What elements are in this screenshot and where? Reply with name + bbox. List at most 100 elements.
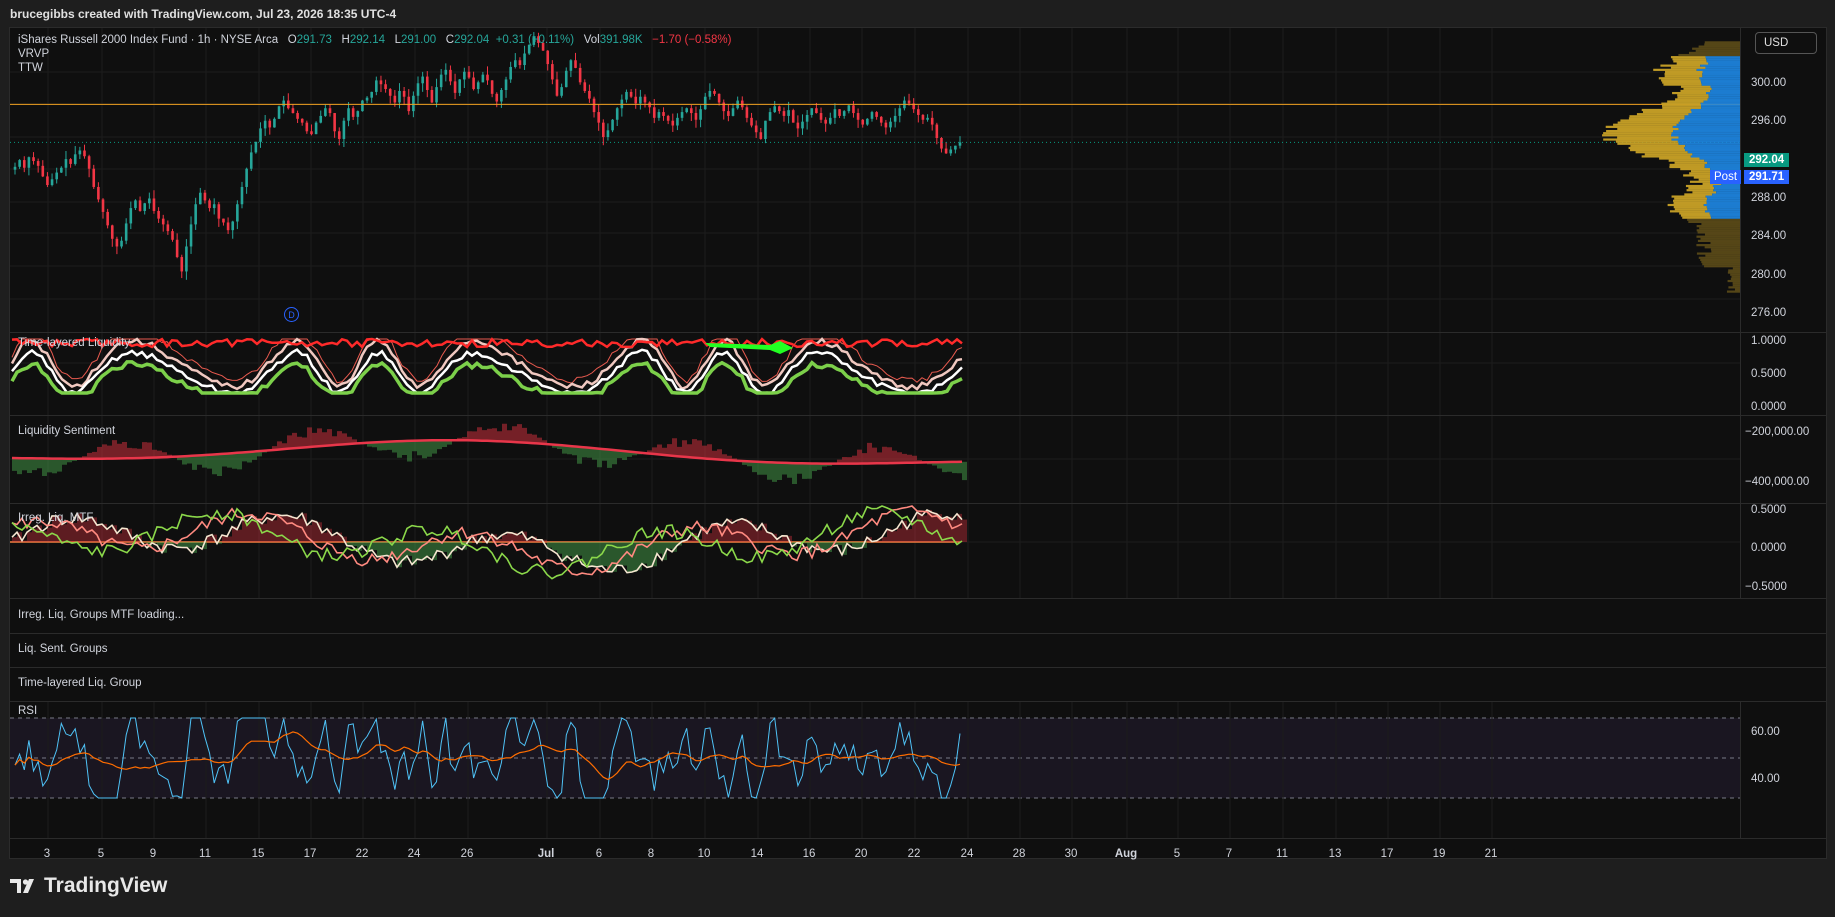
volume-profile-bar: [1685, 184, 1713, 188]
indicator-vrvp[interactable]: VRVP: [18, 48, 731, 60]
rsi-tick-40: 40.00: [1751, 773, 1780, 785]
sentiment-fill: [432, 440, 437, 454]
candle-body: [27, 157, 31, 168]
sent-groups-title[interactable]: Liq. Sent. Groups: [18, 643, 108, 655]
candle-body: [212, 204, 216, 209]
volume-profile-bar: [1702, 70, 1740, 74]
irreg-fill: [27, 532, 32, 542]
irreg-fill: [332, 535, 337, 542]
candle-body: [138, 200, 142, 211]
sentiment-fill: [137, 448, 142, 459]
candle-body: [120, 240, 123, 247]
candle-body: [222, 218, 225, 223]
groups-mtf-pane[interactable]: Irreg. Liq. Groups MTF loading...: [10, 599, 1740, 633]
irreg-fill: [707, 533, 712, 542]
sentiment-fill: [862, 453, 867, 464]
irreg-pane[interactable]: Irreg. Liq. MTF: [10, 504, 1740, 598]
sentiment-fill: [477, 427, 482, 441]
volume-profile-bar: [1662, 81, 1702, 84]
rsi-axis[interactable]: 60.00 40.00: [1740, 702, 1827, 838]
time-axis-label: 5: [97, 848, 105, 860]
volume-profile-bar: [1713, 189, 1740, 192]
volume-profile-bar: [1704, 43, 1740, 46]
dividend-event-icon[interactable]: D: [284, 307, 299, 322]
sentiment-fill: [867, 442, 872, 464]
currency-selector[interactable]: USD: [1755, 32, 1817, 54]
sentiment-fill: [192, 455, 197, 470]
sentiment-chart: [10, 416, 1740, 503]
sentiment-fill: [887, 447, 892, 464]
volume-profile-bar: [1706, 91, 1740, 95]
rsi-title[interactable]: RSI: [18, 705, 37, 717]
volume-profile-bar: [1671, 132, 1740, 135]
price-tick-280: 280.00: [1751, 269, 1787, 281]
volume-profile-bar: [1680, 89, 1711, 93]
sentiment-fill: [872, 447, 877, 464]
time-axis-label: 7: [1225, 848, 1233, 860]
sentiment-fill: [102, 444, 107, 459]
sentiment-fill: [947, 461, 952, 472]
volume-profile-bar: [1683, 87, 1712, 90]
groups-mtf-title[interactable]: Irreg. Liq. Groups MTF loading...: [18, 609, 184, 621]
sentiment-fill: [232, 452, 237, 469]
volume-profile-bar: [1708, 62, 1740, 65]
candle-body: [787, 110, 790, 116]
candle-body: [268, 120, 272, 128]
candle-body: [597, 112, 600, 123]
volume-profile-bar: [1667, 203, 1704, 207]
chart-frame[interactable]: iShares Russell 2000 Index Fund · 1h · N…: [9, 27, 1827, 859]
volume-profile-bar: [1705, 254, 1740, 257]
sentiment-fill: [297, 436, 302, 448]
candle-body: [680, 112, 684, 118]
irreg-fill: [322, 532, 327, 542]
ttl-group-pane[interactable]: Time-layered Liq. Group: [10, 668, 1740, 701]
ttl-group-title[interactable]: Time-layered Liq. Group: [18, 677, 142, 689]
candle-body: [676, 117, 679, 126]
candle-body: [425, 76, 429, 90]
volume-profile-bar: [1664, 75, 1703, 78]
candle-body: [319, 115, 323, 123]
candle-body: [32, 157, 35, 162]
irreg-title[interactable]: Irreg. Liq. MTF: [18, 512, 93, 524]
candle-body: [458, 79, 462, 93]
candle-body: [907, 100, 911, 104]
candle-body: [50, 179, 54, 186]
volume-profile-bar: [1699, 77, 1740, 80]
volume-profile-bar: [1696, 235, 1740, 238]
ttl-axis[interactable]: 1.0000 0.5000 0.0000: [1740, 333, 1827, 415]
rsi-pane[interactable]: RSI: [10, 702, 1740, 838]
candle-body: [879, 116, 883, 123]
volume-profile-bar: [1686, 189, 1714, 192]
candle-body: [78, 150, 82, 155]
tradingview-logo[interactable]: TradingView: [10, 874, 167, 898]
volume-profile-bar: [1706, 58, 1740, 61]
candle-body: [157, 210, 160, 219]
time-axis-label: 13: [1328, 848, 1342, 860]
volume-profile-bar: [1702, 72, 1740, 76]
sentiment-fill: [47, 458, 52, 473]
ttl-pane[interactable]: Time-layered Liquidity: [10, 333, 1740, 415]
volume-profile-bar: [1680, 214, 1711, 217]
volume-profile-bar: [1730, 277, 1740, 281]
indicator-ttw[interactable]: TTW: [18, 62, 731, 74]
candle-body: [486, 74, 489, 81]
ttl-title[interactable]: Time-layered Liquidity: [18, 337, 130, 349]
sentiment-title[interactable]: Liquidity Sentiment: [18, 425, 115, 437]
candle-body: [110, 225, 114, 239]
candle-body: [643, 96, 647, 103]
candle-body: [805, 114, 809, 122]
irreg-axis[interactable]: 0.5000 0.0000 −0.5000: [1740, 504, 1827, 598]
candle-body: [185, 246, 188, 272]
price-pane[interactable]: iShares Russell 2000 Index Fund · 1h · N…: [10, 28, 1740, 332]
sentiment-pane[interactable]: Liquidity Sentiment: [10, 416, 1740, 503]
symbol-name[interactable]: iShares Russell 2000 Index Fund · 1h · N…: [18, 34, 278, 46]
sentiment-fill: [222, 453, 227, 467]
candle-body: [917, 109, 920, 115]
volume-profile-bar: [1707, 208, 1740, 211]
sentiment-axis[interactable]: −200,000.00 −400,000.00: [1740, 416, 1827, 503]
sent-groups-pane[interactable]: Liq. Sent. Groups: [10, 634, 1740, 667]
candle-body: [231, 221, 235, 231]
volume-profile-bar: [1732, 284, 1740, 287]
candle-body: [189, 224, 193, 247]
irreg-fill: [852, 542, 857, 548]
